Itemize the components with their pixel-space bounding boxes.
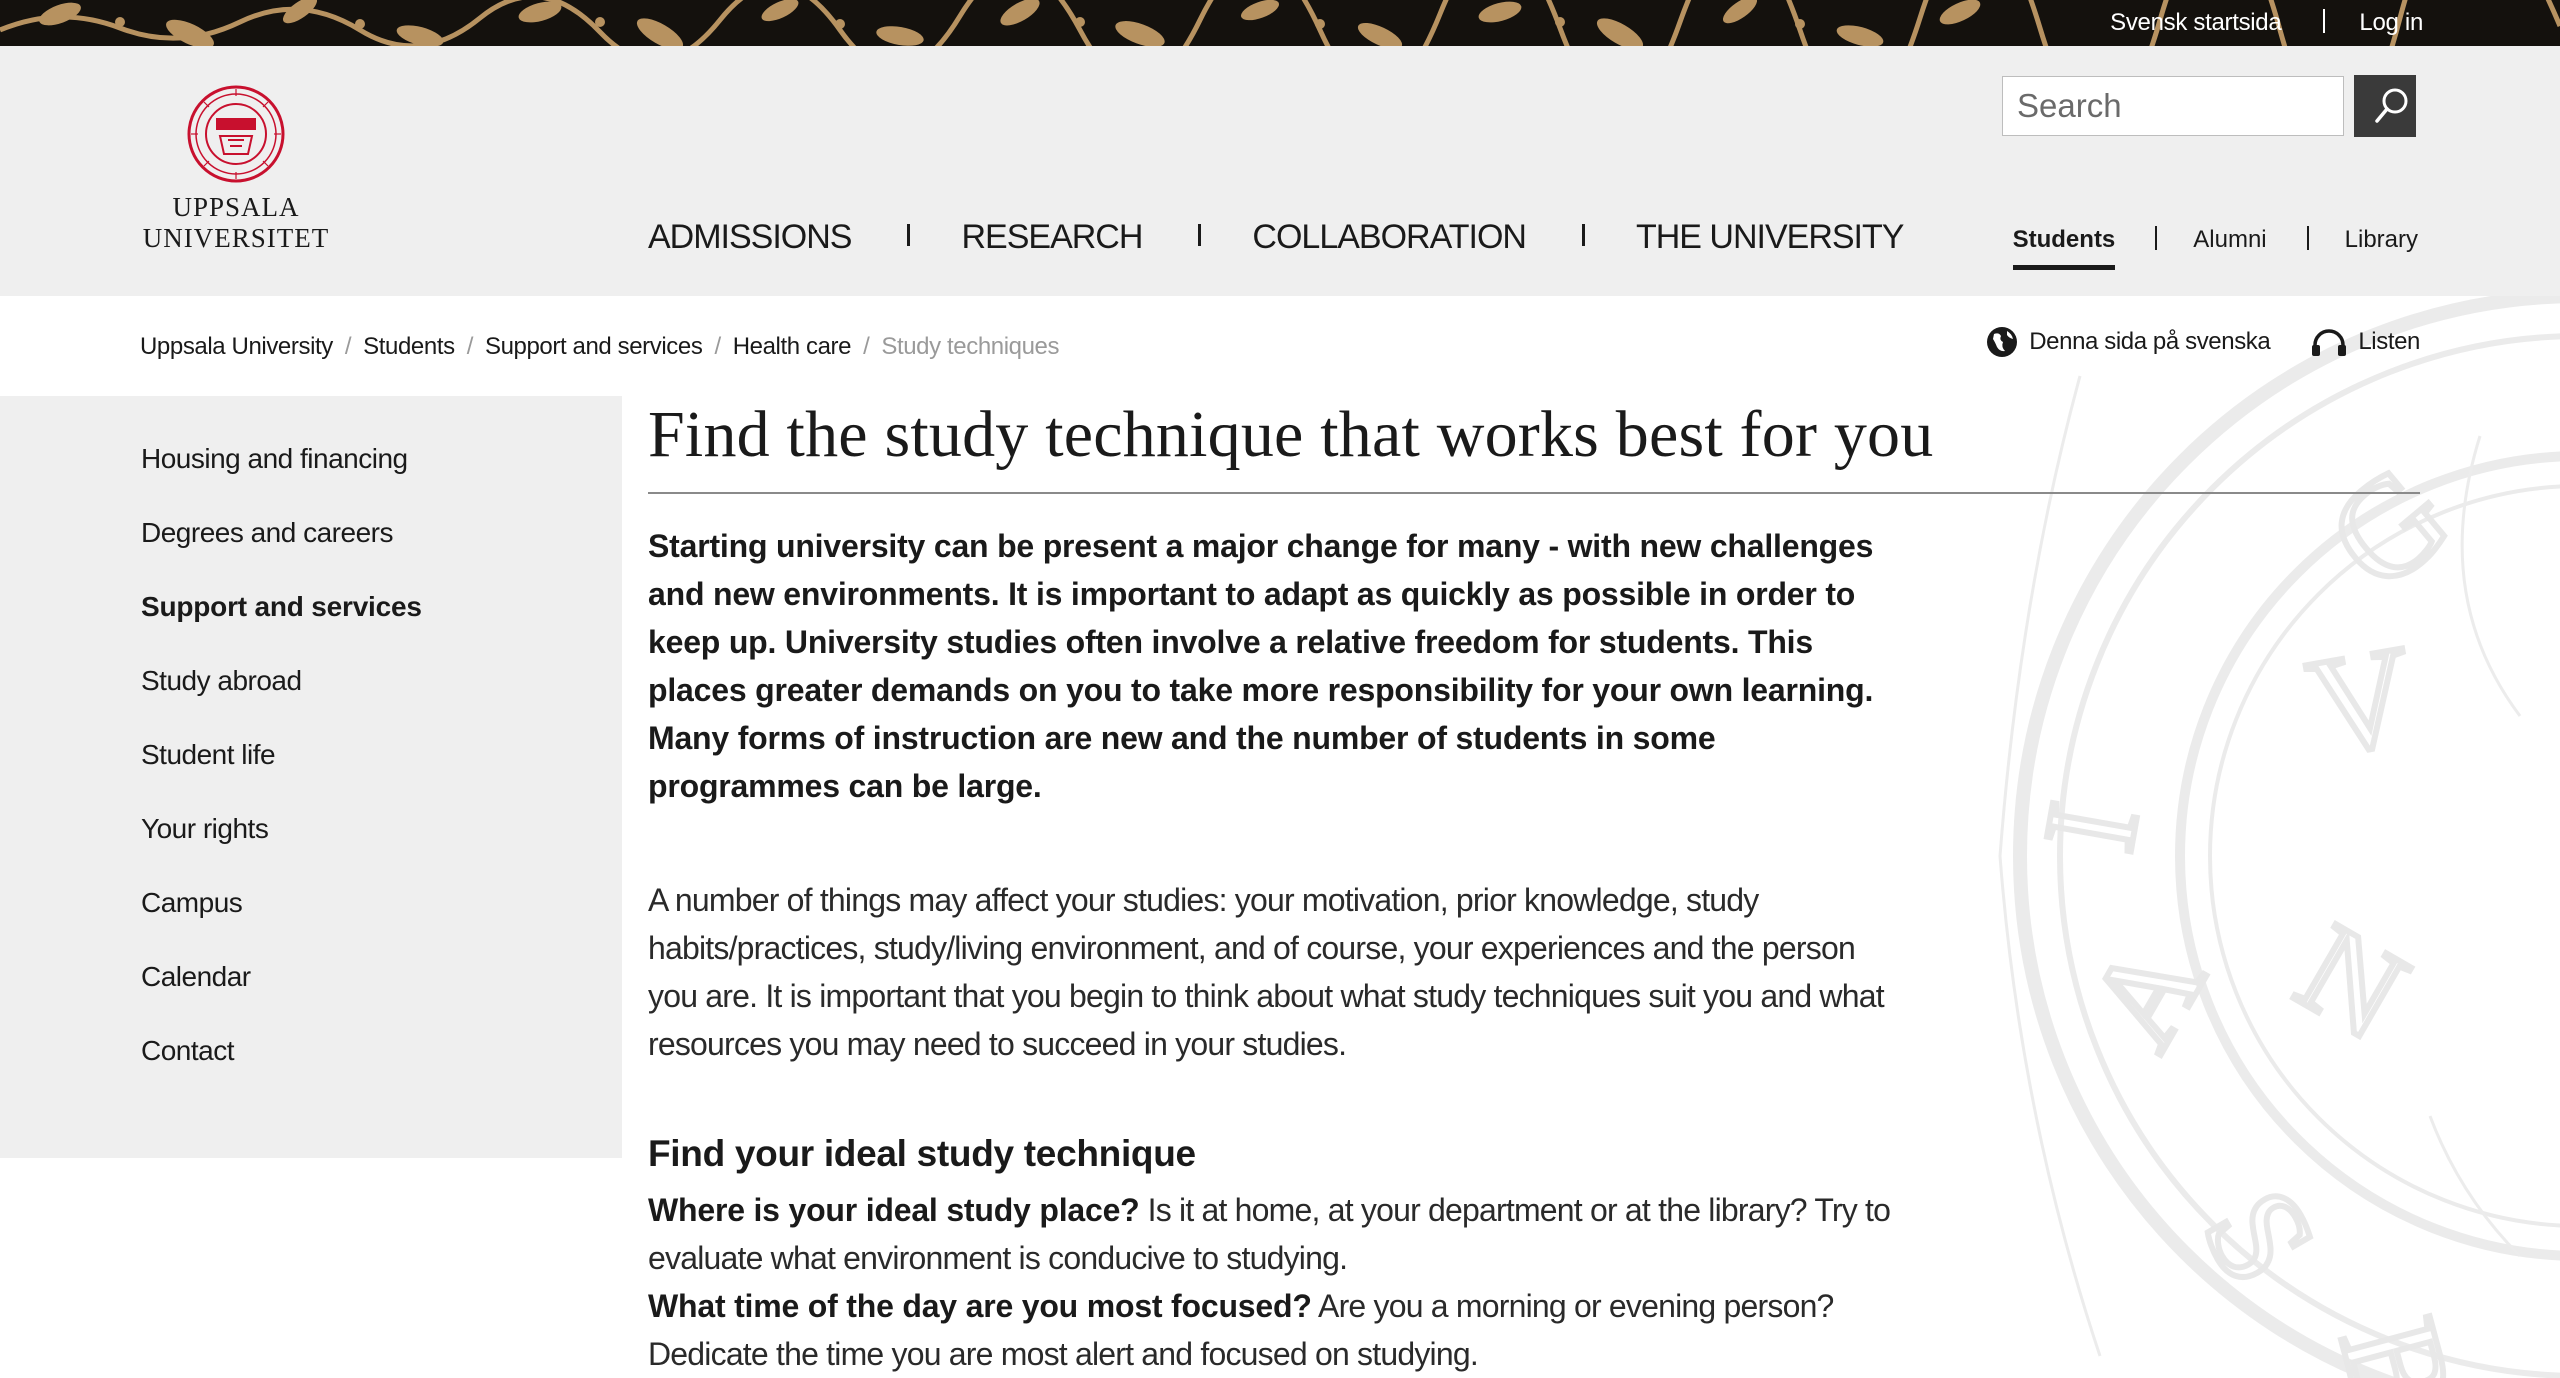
nav-research[interactable]: RESEARCH (961, 218, 1143, 257)
breadcrumb-separator: / (714, 333, 721, 360)
headphones-icon (2312, 329, 2347, 356)
breadcrumb-item[interactable]: Students (363, 333, 455, 360)
section-sidebar: Housing and financing Degrees and career… (0, 396, 622, 1158)
main-navigation: ADMISSIONS RESEARCH COLLABORATION THE UN… (648, 218, 1904, 257)
question-text: What time of the day are you most focuse… (648, 1288, 1312, 1324)
sidebar-item-contact[interactable]: Contact (141, 1030, 422, 1104)
divider (2306, 226, 2309, 250)
nav-admissions[interactable]: ADMISSIONS (648, 218, 852, 257)
breadcrumb-item[interactable]: Uppsala University (140, 333, 333, 360)
breadcrumb-separator: / (466, 333, 474, 360)
site-header: UPPSALA UNIVERSITET ADMISSIONS RESEARCH … (0, 46, 2560, 296)
divider (907, 223, 911, 246)
globe-icon (1987, 327, 2018, 357)
university-seal-icon (187, 85, 285, 183)
breadcrumb-separator: / (863, 333, 870, 360)
question-text: Where is your ideal study place? (648, 1192, 1140, 1228)
audience-students[interactable]: Students (2012, 226, 2115, 270)
section-heading: Find your ideal study technique (648, 1133, 1196, 1174)
search-input[interactable] (2002, 76, 2344, 136)
search-form (2002, 75, 2416, 138)
question-paragraph: Where is your ideal study place? Is it a… (648, 1186, 1908, 1378)
language-switch-label: Denna sida på svenska (2029, 328, 2271, 355)
sidebar-item-support-and-services[interactable]: Support and services (141, 586, 422, 660)
nav-the-university[interactable]: THE UNIVERSITY (1636, 218, 1904, 257)
divider (2323, 9, 2326, 33)
audience-navigation: Students Alumni Library (2012, 226, 2418, 270)
sidebar-item-campus[interactable]: Campus (141, 882, 422, 956)
sidebar-item-housing-and-financing[interactable]: Housing and financing (141, 438, 422, 512)
breadcrumb-item[interactable]: Health care (733, 333, 852, 360)
audience-library[interactable]: Library (2345, 226, 2418, 254)
audience-alumni[interactable]: Alumni (2193, 226, 2266, 254)
listen-button[interactable]: Listen (2310, 327, 2420, 357)
divider (2155, 226, 2158, 250)
page-tools: Denna sida på svenska Listen (1985, 325, 2420, 359)
utility-links: Svensk startsida Log in (2110, 0, 2423, 46)
main-content: Find the study technique that works best… (648, 390, 2420, 1378)
page-title: Find the study technique that works best… (648, 390, 2420, 494)
divider (1198, 223, 1202, 246)
login-link[interactable]: Log in (2359, 9, 2423, 37)
sidebar-menu: Housing and financing Degrees and career… (141, 438, 422, 1104)
sidebar-item-degrees-and-careers[interactable]: Degrees and careers (141, 512, 422, 586)
logo-text-line1: UPPSALA (172, 192, 300, 222)
divider (1581, 223, 1585, 246)
magnifier-icon (2375, 88, 2408, 123)
listen-label: Listen (2358, 328, 2420, 355)
search-button[interactable] (2354, 75, 2416, 137)
svensk-startsida-link[interactable]: Svensk startsida (2110, 9, 2282, 37)
language-switch-link[interactable]: Denna sida på svenska (1985, 325, 2271, 359)
sidebar-item-calendar[interactable]: Calendar (141, 956, 422, 1030)
breadcrumb-separator: / (344, 333, 352, 360)
top-banner: Svensk startsida Log in (0, 0, 2560, 46)
breadcrumb-item[interactable]: Support and services (485, 333, 703, 360)
sidebar-item-study-abroad[interactable]: Study abroad (141, 660, 422, 734)
university-logo[interactable]: UPPSALA UNIVERSITET (136, 84, 336, 259)
body-paragraph: A number of things may affect your studi… (648, 882, 1885, 1062)
nav-collaboration[interactable]: COLLABORATION (1252, 218, 1527, 257)
logo-text-line2: UNIVERSITET (142, 223, 330, 253)
breadcrumb-current: Study techniques (881, 333, 1060, 360)
breadcrumb: Uppsala University / Students / Support and … (140, 333, 1059, 361)
lead-paragraph: Starting university can be present a maj… (648, 528, 1874, 804)
sidebar-item-your-rights[interactable]: Your rights (141, 808, 422, 882)
sidebar-item-student-life[interactable]: Student life (141, 734, 422, 808)
